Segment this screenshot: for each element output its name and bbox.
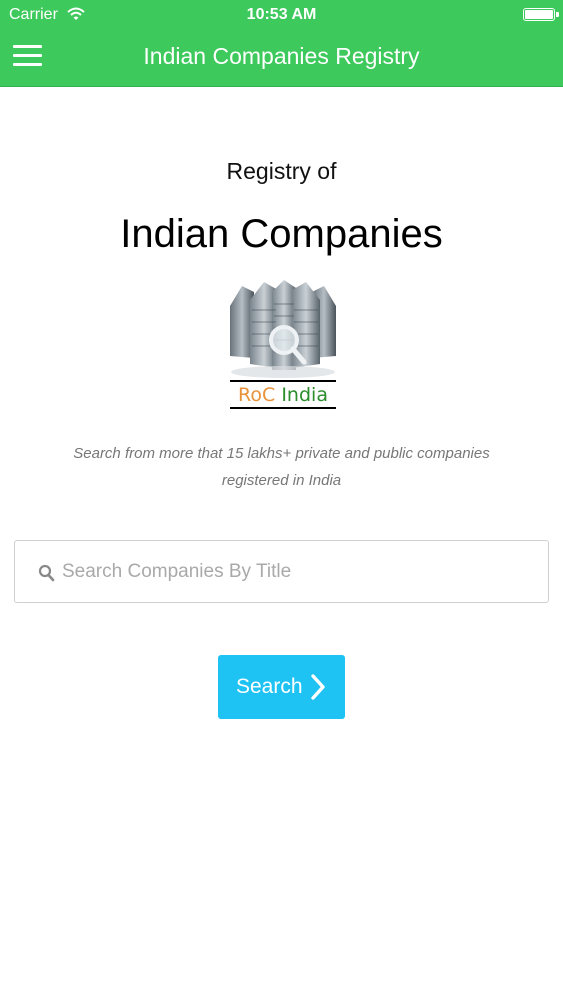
search-input[interactable] xyxy=(62,553,532,591)
hero-subtitle: Registry of xyxy=(226,158,337,184)
hero-headline: Indian Companies xyxy=(120,212,443,256)
page-title: Indian Companies Registry xyxy=(143,43,420,69)
logo-rule-bottom xyxy=(230,407,336,409)
search-icon xyxy=(38,564,55,582)
search-box[interactable] xyxy=(14,540,549,603)
logo-text-roc: RoC xyxy=(238,384,276,406)
logo-text-india: India xyxy=(281,384,328,406)
search-button[interactable]: Search xyxy=(218,655,345,719)
roc-india-logo: RoC India xyxy=(228,278,338,414)
logo-rule-top xyxy=(230,380,336,382)
search-button-label: Search xyxy=(236,675,303,698)
status-bar: Carrier 10:53 AM xyxy=(0,0,563,30)
description-text: Search from more that 15 lakhs+ private … xyxy=(73,445,490,489)
chevron-right-icon xyxy=(311,674,325,700)
buildings-magnifier-icon xyxy=(230,280,336,378)
navigation-bar: Carrier 10:53 AM Indian Companies Regist… xyxy=(0,0,563,87)
battery-icon xyxy=(523,8,559,21)
logo-text: RoC India xyxy=(228,384,338,406)
status-time: 10:53 AM xyxy=(246,6,317,23)
